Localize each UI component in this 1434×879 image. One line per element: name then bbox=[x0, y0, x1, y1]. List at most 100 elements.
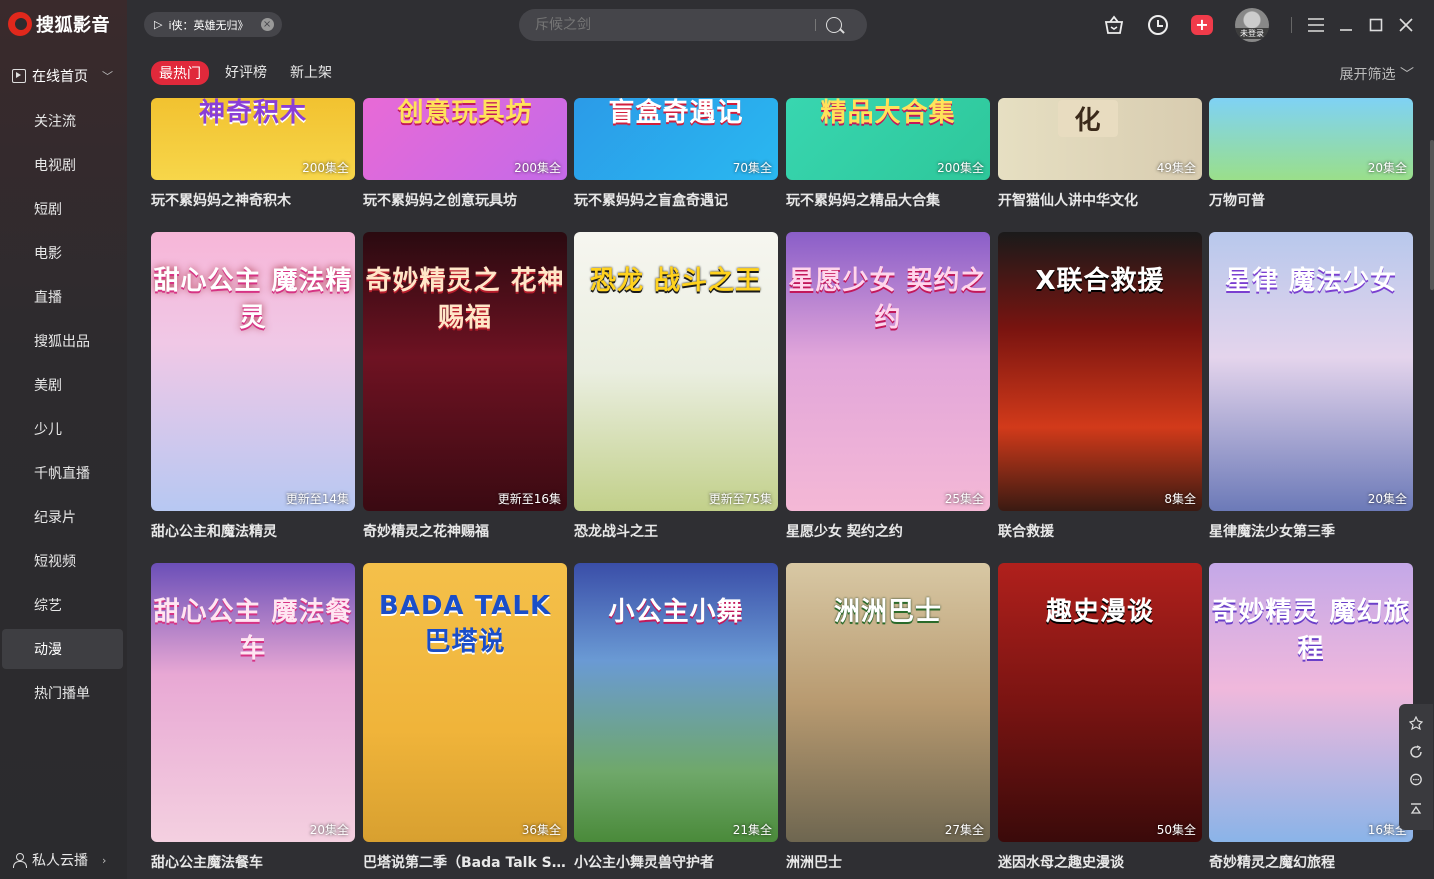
list-item[interactable]: BADA TALK 巴塔说 36集全 巴塔说第二季（Bada Talk S2..… bbox=[363, 563, 567, 872]
list-item[interactable]: 创意玩具坊 200集全 玩不累妈妈之创意玩具坊 bbox=[363, 98, 567, 210]
poster[interactable]: BADA TALK 巴塔说 36集全 bbox=[363, 563, 567, 842]
poster[interactable]: 星律 魔法少女 20集全 bbox=[1209, 232, 1413, 511]
card-title[interactable]: 甜心公主魔法餐车 bbox=[151, 852, 355, 872]
card-title[interactable]: 玩不累妈妈之精品大合集 bbox=[786, 190, 990, 210]
list-item[interactable]: 恐龙 战斗之王 更新至75集 恐龙战斗之王 bbox=[574, 232, 778, 541]
card-title[interactable]: 洲洲巴士 bbox=[786, 852, 990, 872]
sidebar-item-live[interactable]: 直播 bbox=[0, 275, 127, 319]
list-item[interactable]: 盲盒奇遇记 70集全 玩不累妈妈之盲盒奇遇记 bbox=[574, 98, 778, 210]
vip-basket-icon[interactable] bbox=[1103, 14, 1125, 36]
sidebar-item-playlists[interactable]: 热门播单 bbox=[0, 671, 127, 715]
poster[interactable]: 盲盒奇遇记 70集全 bbox=[574, 98, 778, 180]
sidebar-item-documentary[interactable]: 纪录片 bbox=[0, 495, 127, 539]
expand-filter-button[interactable]: 展开筛选 ﹀ bbox=[1340, 64, 1414, 84]
close-window-icon[interactable] bbox=[1398, 17, 1414, 33]
episode-badge: 36集全 bbox=[521, 823, 561, 837]
card-title[interactable]: 小公主小舞灵兽守护者 bbox=[574, 852, 778, 872]
poster[interactable]: 化 49集全 bbox=[998, 98, 1202, 180]
avatar[interactable]: 未登录 bbox=[1235, 8, 1269, 42]
poster[interactable]: 趣史漫谈 50集全 bbox=[998, 563, 1202, 842]
list-item[interactable]: 星愿少女 契约之约 25集全 星愿少女 契约之约 bbox=[786, 232, 990, 541]
list-item[interactable]: 洲洲巴士 27集全 洲洲巴士 bbox=[786, 563, 990, 872]
poster[interactable]: 星愿少女 契约之约 25集全 bbox=[786, 232, 990, 511]
list-item[interactable]: 精品大合集 200集全 玩不累妈妈之精品大合集 bbox=[786, 98, 990, 210]
list-item[interactable]: 神奇积木 200集全 玩不累妈妈之神奇积木 bbox=[151, 98, 355, 210]
episode-badge: 更新至75集 bbox=[708, 492, 772, 506]
search-icon[interactable] bbox=[826, 17, 842, 33]
sidebar-item-us-drama[interactable]: 美剧 bbox=[0, 363, 127, 407]
card-title[interactable]: 星律魔法少女第三季 bbox=[1209, 521, 1413, 541]
poster[interactable]: 奇妙精灵之 花神赐福 更新至16集 bbox=[363, 232, 567, 511]
card-title[interactable]: 恐龙战斗之王 bbox=[574, 521, 778, 541]
card-title[interactable]: 联合救援 bbox=[998, 521, 1202, 541]
sidebar-cloud[interactable]: 私人云播 › bbox=[12, 850, 106, 870]
list-item[interactable]: 趣史漫谈 50集全 迷因水母之趣史漫谈 bbox=[998, 563, 1202, 872]
poster[interactable]: 奇妙精灵 魔幻旅程 16集全 bbox=[1209, 563, 1413, 842]
list-item[interactable]: 20集全 万物可普 bbox=[1209, 98, 1413, 210]
poster[interactable]: 小公主小舞 21集全 bbox=[574, 563, 778, 842]
poster-text: 创意玩具坊 bbox=[397, 98, 533, 128]
search-input[interactable] bbox=[535, 17, 815, 33]
refresh-icon[interactable] bbox=[1408, 745, 1424, 761]
maximize-icon[interactable] bbox=[1368, 17, 1384, 33]
sidebar-item-qianfan-live[interactable]: 千帆直播 bbox=[0, 451, 127, 495]
app-logo[interactable]: 搜狐影音 bbox=[8, 11, 110, 37]
list-item[interactable]: 甜心公主 魔法餐车 20集全 甜心公主魔法餐车 bbox=[151, 563, 355, 872]
poster[interactable]: 创意玩具坊 200集全 bbox=[363, 98, 567, 180]
menu-icon[interactable] bbox=[1308, 17, 1324, 33]
episode-badge: 200集全 bbox=[514, 161, 561, 175]
upload-button[interactable]: + bbox=[1191, 14, 1213, 36]
sidebar-item-tv[interactable]: 电视剧 bbox=[0, 143, 127, 187]
poster[interactable]: 洲洲巴士 27集全 bbox=[786, 563, 990, 842]
card-title[interactable]: 万物可普 bbox=[1209, 190, 1413, 210]
card-title[interactable]: 玩不累妈妈之盲盒奇遇记 bbox=[574, 190, 778, 210]
sidebar-item-follow[interactable]: 关注流 bbox=[0, 99, 127, 143]
card-title[interactable]: 开智猫仙人讲中华文化 bbox=[998, 190, 1202, 210]
list-item[interactable]: 甜心公主 魔法精灵 更新至14集 甜心公主和魔法精灵 bbox=[151, 232, 355, 541]
tab-hottest[interactable]: 最热门 bbox=[151, 61, 209, 85]
sidebar-item-variety[interactable]: 综艺 bbox=[0, 583, 127, 627]
close-icon[interactable]: × bbox=[260, 18, 274, 31]
poster-text: 趣史漫谈 bbox=[1045, 596, 1154, 627]
sidebar-item-anime[interactable]: 动漫 bbox=[2, 629, 123, 669]
card-title[interactable]: 奇妙精灵之花神赐福 bbox=[363, 521, 567, 541]
poster-text: 星律 魔法少女 bbox=[1224, 265, 1398, 296]
sidebar-item-sohu-original[interactable]: 搜狐出品 bbox=[0, 319, 127, 363]
list-item[interactable]: 小公主小舞 21集全 小公主小舞灵兽守护者 bbox=[574, 563, 778, 872]
card-title[interactable]: 甜心公主和魔法精灵 bbox=[151, 521, 355, 541]
scrollbar[interactable] bbox=[1430, 140, 1434, 290]
now-playing-label: i侠：英雄无归》 bbox=[168, 18, 249, 32]
card-title[interactable]: 奇妙精灵之魔幻旅程 bbox=[1209, 852, 1413, 872]
sidebar-item-movie[interactable]: 电影 bbox=[0, 231, 127, 275]
list-item[interactable]: 奇妙精灵之 花神赐福 更新至16集 奇妙精灵之花神赐福 bbox=[363, 232, 567, 541]
tab-new[interactable]: 新上架 bbox=[290, 62, 332, 82]
now-playing-pill[interactable]: ▷ i侠：英雄无归》 × bbox=[144, 12, 282, 37]
feedback-icon[interactable] bbox=[1408, 773, 1424, 789]
sidebar-item-kids[interactable]: 少儿 bbox=[0, 407, 127, 451]
card-title[interactable]: 迷因水母之趣史漫谈 bbox=[998, 852, 1202, 872]
pin-icon[interactable] bbox=[1408, 715, 1424, 732]
history-button[interactable] bbox=[1147, 14, 1169, 36]
card-title[interactable]: 巴塔说第二季（Bada Talk S2... bbox=[363, 852, 567, 872]
card-title[interactable]: 玩不累妈妈之创意玩具坊 bbox=[363, 190, 567, 210]
sidebar-home[interactable]: 在线首页 ﹀ bbox=[12, 66, 113, 86]
poster[interactable]: 恐龙 战斗之王 更新至75集 bbox=[574, 232, 778, 511]
minimize-icon[interactable] bbox=[1338, 17, 1354, 33]
card-title[interactable]: 玩不累妈妈之神奇积木 bbox=[151, 190, 355, 210]
poster-text: 化 bbox=[1058, 100, 1118, 137]
poster[interactable]: X联合救援 8集全 bbox=[998, 232, 1202, 511]
poster[interactable]: 20集全 bbox=[1209, 98, 1413, 180]
tab-top-rated[interactable]: 好评榜 bbox=[225, 62, 267, 82]
poster[interactable]: 精品大合集 200集全 bbox=[786, 98, 990, 180]
back-to-top-icon[interactable] bbox=[1408, 802, 1424, 818]
card-title[interactable]: 星愿少女 契约之约 bbox=[786, 521, 990, 541]
sidebar-item-short-drama[interactable]: 短剧 bbox=[0, 187, 127, 231]
list-item[interactable]: 星律 魔法少女 20集全 星律魔法少女第三季 bbox=[1209, 232, 1413, 541]
sidebar-item-short-video[interactable]: 短视频 bbox=[0, 539, 127, 583]
poster[interactable]: 甜心公主 魔法精灵 更新至14集 bbox=[151, 232, 355, 511]
list-item[interactable]: X联合救援 8集全 联合救援 bbox=[998, 232, 1202, 541]
poster[interactable]: 甜心公主 魔法餐车 20集全 bbox=[151, 563, 355, 842]
list-item[interactable]: 奇妙精灵 魔幻旅程 16集全 奇妙精灵之魔幻旅程 bbox=[1209, 563, 1413, 872]
list-item[interactable]: 化 49集全 开智猫仙人讲中华文化 bbox=[998, 98, 1202, 210]
poster[interactable]: 神奇积木 200集全 bbox=[151, 98, 355, 180]
